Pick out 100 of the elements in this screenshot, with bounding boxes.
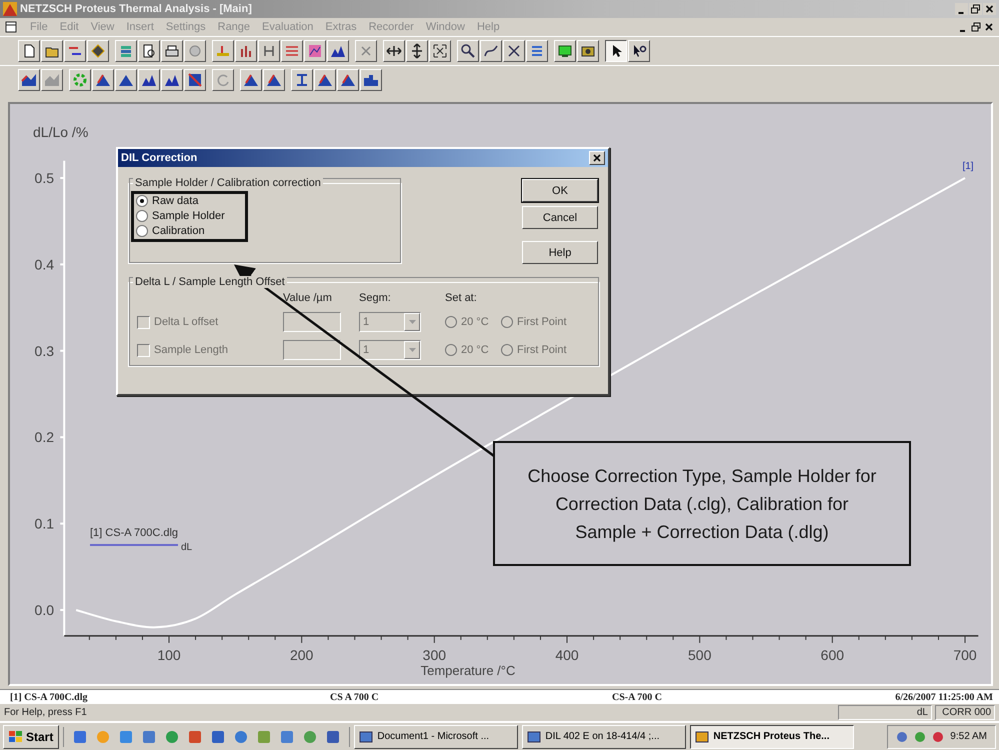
refresh-icon xyxy=(215,72,231,88)
preview-icon xyxy=(141,43,157,59)
taskbar-button[interactable]: Document1 - Microsoft ... xyxy=(354,724,518,748)
document-icon[interactable] xyxy=(4,20,18,34)
y-tick-label: 0.0 xyxy=(34,602,54,618)
toolbar-button[interactable] xyxy=(605,40,627,62)
status-text: For Help, press F1 xyxy=(4,707,88,718)
menu-item[interactable]: Settings xyxy=(166,21,206,33)
diamond-icon xyxy=(90,43,106,59)
app-icon xyxy=(96,730,110,744)
printer-icon xyxy=(164,43,180,59)
group-title: Delta L / Sample Length Offset xyxy=(133,276,287,288)
taskbar-button[interactable]: NETZSCH Proteus The... xyxy=(690,724,854,748)
taskbar-button[interactable]: DIL 402 E on 18-414/4 ;... xyxy=(522,724,686,748)
window-icon xyxy=(527,730,542,744)
close-icon xyxy=(593,154,601,162)
column-header: Set at: xyxy=(445,292,478,304)
list-icon xyxy=(529,43,545,59)
menu-item[interactable]: Evaluation xyxy=(262,21,314,33)
status-pane: CORR 000 xyxy=(935,705,995,720)
menu-item[interactable]: View xyxy=(90,21,114,33)
tray-icon[interactable] xyxy=(932,730,944,742)
slope-icon xyxy=(243,72,259,88)
menu-item[interactable]: Range xyxy=(218,21,250,33)
app-icon xyxy=(188,730,202,744)
menu-item[interactable]: Extras xyxy=(325,21,357,33)
y-axis-title: dL/Lo /% xyxy=(33,124,88,140)
app-icon xyxy=(142,730,156,744)
app-icon xyxy=(280,730,294,744)
menu-item[interactable]: File xyxy=(30,21,48,33)
area-icon xyxy=(44,72,60,88)
restore-icon[interactable] xyxy=(969,3,982,15)
y-tick-label: 0.5 xyxy=(34,170,54,186)
close-icon[interactable] xyxy=(983,3,996,15)
dropdown-arrow-icon xyxy=(408,320,416,324)
column-header: Value /µm xyxy=(283,292,333,304)
help-pointer-icon xyxy=(631,43,647,59)
x-tick-label: 400 xyxy=(555,647,579,663)
radio-button[interactable] xyxy=(136,225,148,237)
app-icon xyxy=(73,730,88,744)
tray-icon[interactable] xyxy=(896,730,908,742)
menu-item[interactable]: Window xyxy=(426,21,465,33)
menu-item[interactable]: Edit xyxy=(60,21,79,33)
clock: 9:52 AM xyxy=(950,731,987,742)
chart-status-text: [1] CS-A 700C.dlg xyxy=(10,692,89,702)
curve-tag: [1] xyxy=(962,161,974,172)
y-tick-label: 0.1 xyxy=(34,516,54,532)
dialog-button[interactable]: OK xyxy=(522,179,598,202)
radio-button[interactable] xyxy=(136,195,148,207)
stack-icon xyxy=(118,43,134,59)
vertical-arrows-icon xyxy=(409,43,425,59)
window-title: NETZSCH Proteus Thermal Analysis - [Main] xyxy=(20,3,253,15)
menu-item[interactable]: Help xyxy=(476,21,500,33)
minimize-icon[interactable] xyxy=(955,3,968,15)
marker-icon xyxy=(215,43,231,59)
app-icon xyxy=(119,730,134,744)
app-icon xyxy=(257,730,272,744)
menu-item[interactable]: Insert xyxy=(126,21,154,33)
area-icon xyxy=(21,72,37,88)
x-tick-label: 700 xyxy=(953,647,977,663)
monitor-icon xyxy=(557,43,573,59)
radio-label[interactable]: Calibration xyxy=(152,225,205,237)
slope-icon xyxy=(340,72,356,88)
disc-icon xyxy=(187,43,203,59)
expand-icon xyxy=(432,43,448,59)
slope-icon xyxy=(317,72,333,88)
radio-label[interactable]: Sample Holder xyxy=(152,210,225,222)
diagonal-icon xyxy=(187,72,203,88)
x-tick-label: 100 xyxy=(157,647,181,663)
step-icon xyxy=(363,72,379,88)
x-axis-title: Temperature /°C xyxy=(420,663,516,678)
horizontal-arrows-icon xyxy=(386,43,402,59)
close-icon[interactable] xyxy=(983,21,995,33)
restore-icon[interactable] xyxy=(970,21,982,33)
dropdown-arrow-icon xyxy=(408,348,416,352)
bar-chart-icon xyxy=(238,43,254,59)
radio-button[interactable] xyxy=(136,210,148,222)
zoom-icon xyxy=(460,43,476,59)
app-logo-icon xyxy=(3,2,17,16)
app-icon xyxy=(303,730,318,744)
x-tick-label: 200 xyxy=(290,647,314,663)
dialog-button[interactable]: Cancel xyxy=(522,206,598,229)
y-tick-label: 0.4 xyxy=(34,256,54,272)
app-icon xyxy=(234,730,248,744)
y-tick-label: 0.3 xyxy=(34,342,54,359)
slope-icon xyxy=(266,72,282,88)
start-button[interactable]: Start xyxy=(3,724,60,748)
dialog-button[interactable]: Help xyxy=(522,241,598,264)
app-icon xyxy=(165,730,180,744)
column-header: Segm: xyxy=(359,292,392,304)
close-button[interactable] xyxy=(589,151,605,165)
menu-item[interactable]: Recorder xyxy=(368,21,414,33)
radio-label[interactable]: Raw data xyxy=(152,195,198,207)
status-pane: dL xyxy=(838,705,932,720)
x-tick-label: 600 xyxy=(820,647,844,663)
x-tick-label: 300 xyxy=(422,647,446,663)
dialog-title: DIL Correction xyxy=(121,152,198,164)
slope-icon xyxy=(95,72,111,88)
graph-icon xyxy=(307,43,323,59)
window-icon xyxy=(359,730,374,744)
